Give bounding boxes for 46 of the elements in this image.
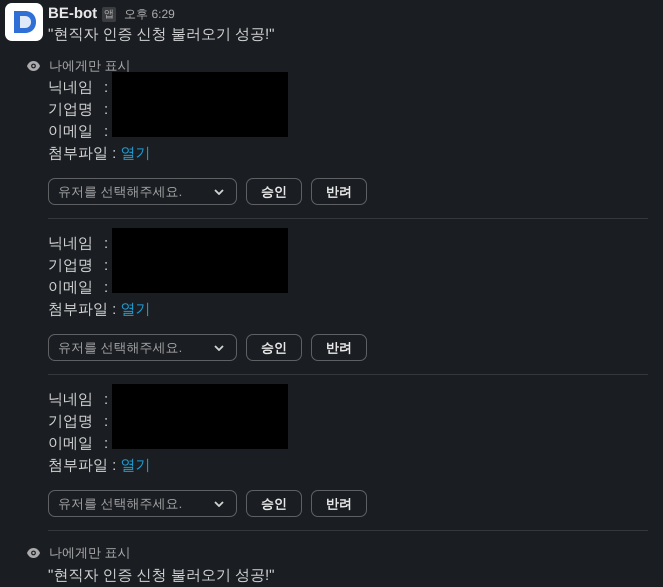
visibility-note: 나에게만 표시	[49, 544, 131, 562]
field-label: 첨부파일 :	[48, 144, 116, 164]
user-select[interactable]: 유저를 선택해주세요.	[48, 178, 237, 205]
field-label: 기업명	[48, 412, 94, 432]
field-separator: :	[104, 256, 110, 276]
user-select[interactable]: 유저를 선택해주세요.	[48, 334, 237, 361]
field-label: 기업명	[48, 100, 94, 120]
field-label: 첨부파일 :	[48, 456, 116, 476]
action-button[interactable]: 반려	[311, 178, 367, 205]
field-label: 이메일	[48, 122, 94, 142]
eye-icon	[27, 61, 40, 71]
field-separator: :	[104, 78, 110, 98]
message-text: "현직자 인증 신청 불러오기 성공!"	[48, 567, 274, 584]
field-separator: :	[104, 412, 110, 432]
field-label: 닉네임	[48, 78, 94, 98]
field-label: 이메일	[48, 278, 94, 298]
eye-icon	[27, 548, 40, 558]
open-link[interactable]: 열기	[120, 298, 150, 322]
field-separator: :	[104, 434, 110, 454]
field-label: 이메일	[48, 434, 94, 454]
field-separator: :	[104, 278, 110, 298]
action-button[interactable]: 반려	[311, 490, 367, 517]
bot-avatar-icon	[5, 3, 43, 41]
app-badge: 앱	[102, 6, 116, 22]
field-label: 기업명	[48, 256, 94, 276]
field-label: 닉네임	[48, 390, 94, 410]
sender-name[interactable]: BE-bot	[48, 2, 98, 26]
open-link[interactable]: 열기	[120, 142, 150, 166]
action-button[interactable]: 승인	[246, 178, 302, 205]
action-button[interactable]: 승인	[246, 490, 302, 517]
chevron-down-icon	[214, 344, 224, 350]
message-time[interactable]: 오후 6:29	[124, 5, 175, 23]
open-link[interactable]: 열기	[120, 454, 150, 478]
field-separator: :	[104, 234, 110, 254]
visibility-note: 나에게만 표시	[49, 57, 131, 76]
field-separator: :	[104, 390, 110, 410]
field-label: 첨부파일 :	[48, 300, 116, 320]
chevron-down-icon	[214, 500, 224, 506]
message-text: "현직자 인증 신청 불러오기 성공!"	[48, 25, 274, 45]
action-button[interactable]: 반려	[311, 334, 367, 361]
field-separator: :	[104, 100, 110, 120]
field-separator: :	[104, 122, 110, 142]
chevron-down-icon	[214, 188, 224, 194]
user-select[interactable]: 유저를 선택해주세요.	[48, 490, 237, 517]
action-button[interactable]: 승인	[246, 334, 302, 361]
field-label: 닉네임	[48, 234, 94, 254]
